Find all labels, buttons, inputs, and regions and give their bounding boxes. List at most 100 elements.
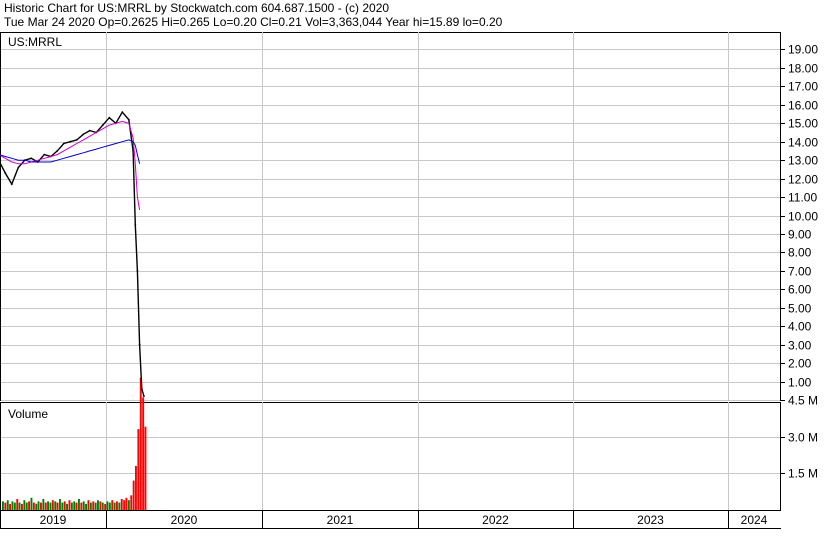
time-axis-label: 2024 — [741, 513, 768, 527]
volume-bar — [75, 502, 78, 510]
volume-bar — [132, 480, 135, 510]
volume-bar — [2, 501, 4, 510]
chart-frame — [0, 32, 781, 529]
stock-chart: 1.00 2.00 3.00 4.00 5.00 6.00 7.00 8.00 9.00 10.0… — [0, 32, 818, 529]
volume-bar — [11, 501, 14, 510]
volume-axis-label: 1.5 M — [788, 467, 818, 481]
price-axis-label: 7.00 — [788, 265, 812, 279]
volume-bar — [89, 502, 92, 510]
volume-bar — [130, 495, 133, 510]
price-point — [101, 124, 104, 126]
volume-bar — [127, 500, 130, 510]
time-axis-label: 2019 — [40, 513, 67, 527]
volume-bar — [144, 426, 147, 510]
volume-bar — [37, 501, 40, 510]
volume-bar — [80, 502, 83, 510]
volume-bar — [47, 501, 49, 510]
price-panel-label: US:MRRL — [8, 35, 62, 49]
volume-bar — [13, 502, 16, 510]
volume-bar — [78, 499, 80, 510]
volume-bar — [56, 502, 59, 510]
price-axis-label: 9.00 — [788, 228, 812, 242]
volume-bar — [139, 377, 142, 510]
volume-panel-border — [0, 402, 781, 511]
price-point — [140, 388, 143, 390]
volume-bar — [116, 501, 118, 510]
volume-bar — [111, 500, 114, 510]
volume-bar — [118, 502, 121, 510]
price-axis-label: 14.00 — [788, 136, 818, 150]
volume-axis-label: 4.5 M — [788, 394, 818, 408]
volume-bar — [135, 465, 137, 510]
volume-bar — [70, 502, 73, 510]
price-point — [127, 118, 130, 121]
price-point — [30, 157, 33, 160]
volume-bar — [59, 499, 61, 510]
price-axis-label: 5.00 — [788, 302, 812, 316]
volume-bar — [104, 503, 107, 510]
price-axis-label: 18.00 — [788, 62, 818, 76]
price-axis-label: 2.00 — [788, 357, 812, 371]
volume-axis-label: 3.0 M — [788, 431, 818, 445]
volume-bar — [30, 497, 33, 511]
price-axis-label: 12.00 — [788, 173, 818, 187]
volume-bar — [125, 497, 128, 511]
price-axis-label: 19.00 — [788, 43, 818, 57]
price-axis-label: 17.00 — [788, 80, 818, 94]
chart-grid — [1, 32, 780, 510]
volume-bar — [61, 502, 64, 510]
price-line — [0, 111, 145, 397]
time-axis-label: 2021 — [327, 513, 354, 527]
volume-bar — [18, 502, 21, 510]
time-axis: 2019 2020 2021 2022 2023 2024 — [40, 510, 768, 528]
volume-bar — [68, 500, 71, 510]
price-axis-label: 13.00 — [788, 154, 818, 168]
price-axis-label: 6.00 — [788, 283, 812, 297]
moving-average-short-line — [0, 120, 141, 211]
volume-bar — [123, 500, 126, 510]
volume-bar — [101, 502, 104, 510]
volume-bar — [35, 503, 38, 510]
volume-bar — [51, 500, 54, 510]
volume-axis: 1.5 M 3.0 M 4.5 M — [780, 394, 818, 481]
volume-bar — [32, 502, 35, 510]
volume-bar — [87, 500, 90, 510]
price-axis-label: 8.00 — [788, 246, 812, 260]
volume-bar — [120, 499, 123, 510]
volume-bar — [66, 503, 68, 510]
price-axis-label: 11.00 — [788, 191, 817, 205]
price-point — [134, 223, 137, 226]
volume-bar — [23, 500, 26, 510]
volume-bar — [25, 502, 28, 510]
price-point — [56, 150, 59, 152]
price-point — [143, 395, 145, 397]
price-point — [4, 172, 7, 175]
volume-bar — [99, 501, 102, 510]
volume-bar — [49, 502, 52, 510]
volume-bar — [137, 429, 140, 510]
time-axis-label: 2022 — [482, 513, 509, 527]
volume-bar — [16, 499, 19, 510]
volume-bar — [4, 502, 7, 510]
price-point — [75, 139, 78, 141]
price-axis-label: 15.00 — [788, 117, 818, 131]
price-point — [136, 270, 139, 272]
price-axis-label: 4.00 — [788, 320, 812, 334]
volume-bar — [42, 499, 45, 510]
volume-bar — [113, 502, 116, 510]
price-point — [10, 183, 13, 186]
volume-bars — [2, 377, 147, 511]
time-axis-label: 2020 — [171, 513, 198, 527]
volume-bar — [85, 503, 87, 510]
volume-bar — [108, 502, 111, 510]
volume-bar — [97, 500, 99, 510]
price-point — [121, 111, 124, 114]
price-point — [138, 343, 141, 346]
volume-bar — [82, 501, 85, 510]
volume-bar — [63, 501, 66, 510]
price-axis: 1.00 2.00 3.00 4.00 5.00 6.00 7.00 8.00 9.00 10.0… — [780, 43, 818, 390]
volume-bar — [142, 397, 145, 510]
price-axis-label: 3.00 — [788, 339, 812, 353]
volume-bar — [21, 503, 23, 510]
price-point — [62, 142, 65, 145]
